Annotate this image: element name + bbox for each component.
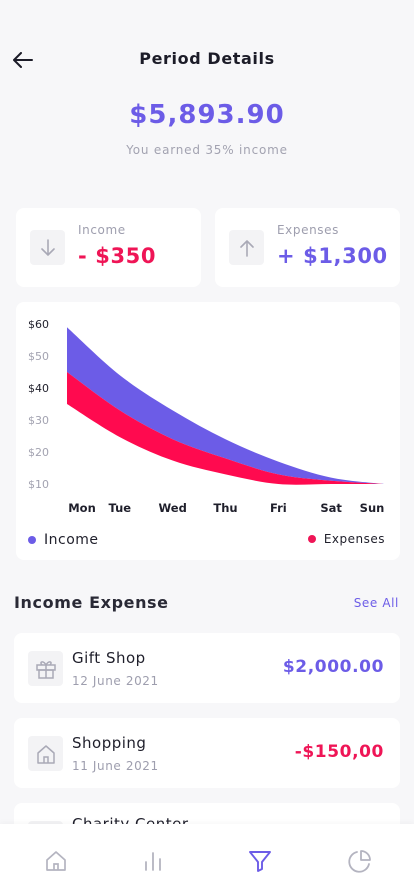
home-icon xyxy=(46,851,66,871)
income-card[interactable]: Income - $350 xyxy=(16,208,201,287)
transaction-date: 12 June 2021 xyxy=(72,674,159,688)
y-tick-label: $50 xyxy=(28,350,49,363)
see-all-link[interactable]: See All xyxy=(354,596,399,610)
pie-chart-icon xyxy=(348,850,371,873)
legend-income: Income xyxy=(28,532,99,548)
legend-income-label: Income xyxy=(44,532,99,548)
x-tick-label: Fri xyxy=(270,501,287,515)
nav-statistics[interactable] xyxy=(140,848,166,874)
income-label: Income xyxy=(78,223,126,237)
area-chart: $60 $50 $40 $30 $20 $10 Mon Tue Wed Thu Fri Sat Sun xyxy=(28,318,385,515)
arrow-up-icon xyxy=(239,239,254,257)
chart-card: $60 $50 $40 $30 $20 $10 Mon Tue Wed Thu Fri Sat Sun … xyxy=(16,302,400,560)
transaction-title: Shopping xyxy=(72,734,147,752)
x-tick-label: Thu xyxy=(213,501,237,515)
transaction-item[interactable]: Gift Shop 12 June 2021 $2,000.00 xyxy=(14,633,400,703)
nav-home[interactable] xyxy=(43,848,69,874)
x-tick-label: Sat xyxy=(320,501,342,515)
home-icon xyxy=(36,744,55,764)
transaction-title: Gift Shop xyxy=(72,649,146,667)
transaction-icon-box xyxy=(28,736,63,771)
expenses-value: + $1,300 xyxy=(277,244,388,268)
section-title: Income Expense xyxy=(14,593,169,612)
expenses-icon-box xyxy=(229,230,264,265)
gift-icon xyxy=(35,660,56,679)
arrow-down-icon xyxy=(40,238,55,256)
x-tick-label: Tue xyxy=(109,501,132,515)
transaction-item[interactable]: Shopping 11 June 2021 -$150,00 xyxy=(14,718,400,788)
bar-chart-icon xyxy=(145,852,161,871)
x-tick-label: Wed xyxy=(159,501,187,515)
transaction-date: 11 June 2021 xyxy=(72,759,159,773)
x-tick-label: Mon xyxy=(68,501,96,515)
header: Period Details xyxy=(0,40,414,80)
legend-expenses-dot xyxy=(307,535,316,543)
nav-filter[interactable] xyxy=(247,848,273,874)
y-tick-label: $60 xyxy=(28,318,49,331)
filter-icon xyxy=(249,851,271,872)
transaction-icon-box xyxy=(28,651,63,686)
transaction-amount: -$150,00 xyxy=(294,742,384,762)
x-tick-label: Sun xyxy=(360,501,385,515)
bottom-nav xyxy=(0,824,414,896)
y-tick-label: $40 xyxy=(28,382,49,395)
total-amount: $5,893.90 xyxy=(129,100,285,130)
y-tick-label: $20 xyxy=(28,446,49,459)
income-value: - $350 xyxy=(78,244,157,268)
y-tick-label: $30 xyxy=(28,414,49,427)
total-subtitle: You earned 35% income xyxy=(126,143,288,157)
legend-income-dot xyxy=(28,536,36,544)
page-title: Period Details xyxy=(139,49,275,68)
expenses-card[interactable]: Expenses + $1,300 xyxy=(215,208,400,287)
transaction-amount: $2,000.00 xyxy=(282,657,384,677)
y-tick-label: $10 xyxy=(28,478,49,491)
nav-reports[interactable] xyxy=(347,848,373,874)
income-icon-box xyxy=(30,230,65,265)
expenses-label: Expenses xyxy=(277,223,339,237)
legend-expenses: Expenses xyxy=(307,532,385,546)
legend-expenses-label: Expenses xyxy=(323,532,385,546)
